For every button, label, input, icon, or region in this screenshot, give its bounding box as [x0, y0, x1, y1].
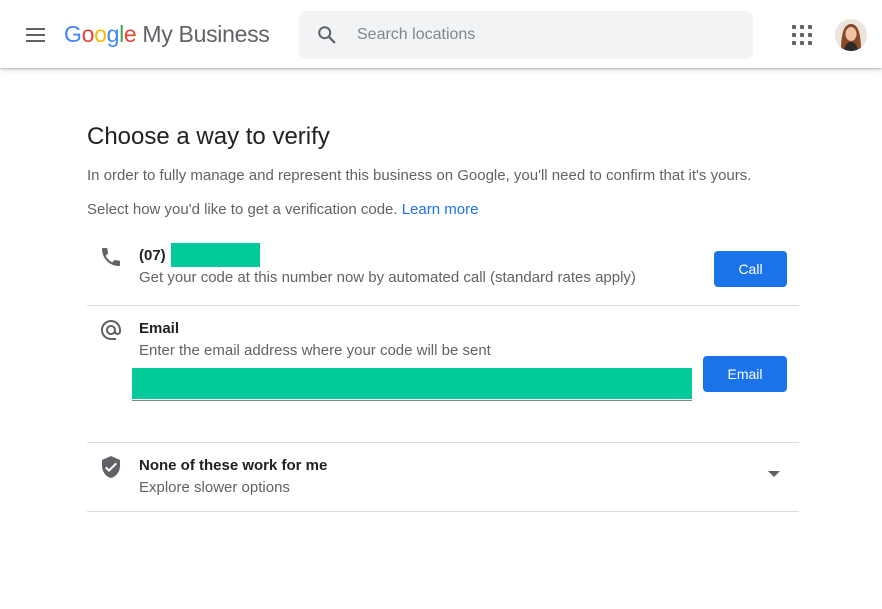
phone-icon: [102, 248, 120, 266]
option-divider: [87, 511, 799, 512]
apps-grid-icon: [792, 25, 796, 29]
instruction-text: Select how you'd like to get a verificat…: [87, 201, 398, 218]
top-app-bar: Google My Business Search locations: [0, 0, 882, 68]
call-button[interactable]: Call: [714, 251, 787, 287]
apps-grid-icon: [808, 25, 812, 29]
option-divider: [87, 305, 799, 306]
apps-grid-icon: [800, 33, 804, 37]
apps-grid-icon: [792, 41, 796, 45]
account-avatar[interactable]: [835, 19, 867, 51]
apps-grid-icon: [800, 25, 804, 29]
menu-icon-bar: [26, 34, 45, 36]
learn-more-link[interactable]: Learn more: [402, 201, 479, 218]
email-field[interactable]: [132, 368, 692, 399]
search-bar[interactable]: Search locations: [299, 11, 753, 59]
email-option-description: Enter the email address where your code …: [139, 342, 491, 359]
search-input[interactable]: Search locations: [357, 26, 475, 44]
email-button[interactable]: Email: [703, 356, 787, 392]
at-sign-icon: [101, 320, 121, 340]
verification-instruction: Select how you'd like to get a verificat…: [87, 201, 478, 218]
logo-letter: G: [64, 21, 82, 47]
google-my-business-logo[interactable]: Google My Business: [64, 21, 270, 48]
menu-icon-bar: [26, 28, 45, 30]
logo-letter: o: [94, 21, 107, 47]
email-option-title: Email: [139, 320, 180, 337]
google-apps-button[interactable]: [790, 23, 814, 47]
apps-grid-icon: [808, 41, 812, 45]
logo-letter: e: [123, 21, 137, 47]
other-options-expander[interactable]: [87, 443, 799, 511]
logo-letter: o: [81, 21, 95, 47]
page-description: In order to fully manage and represent t…: [87, 167, 752, 184]
main-menu-button[interactable]: [22, 22, 50, 50]
avatar-photo: [835, 19, 867, 51]
email-field-underline: [132, 400, 692, 401]
expand-more-icon[interactable]: [768, 471, 780, 477]
other-options-title: None of these work for me: [139, 457, 328, 474]
phone-number-label: (07): [139, 247, 166, 264]
shield-check-icon: [102, 456, 120, 478]
phone-number-redacted: [171, 243, 260, 267]
call-option-description: Get your code at this number now by auto…: [139, 269, 636, 286]
apps-grid-icon: [792, 33, 796, 37]
page-title: Choose a way to verify: [87, 123, 330, 150]
menu-icon-bar: [26, 40, 45, 42]
other-options-description: Explore slower options: [139, 479, 290, 496]
logo-product-name: My Business: [142, 21, 270, 47]
apps-grid-icon: [800, 41, 804, 45]
search-icon[interactable]: [316, 24, 338, 46]
logo-letter: g: [106, 21, 120, 47]
apps-grid-icon: [808, 33, 812, 37]
